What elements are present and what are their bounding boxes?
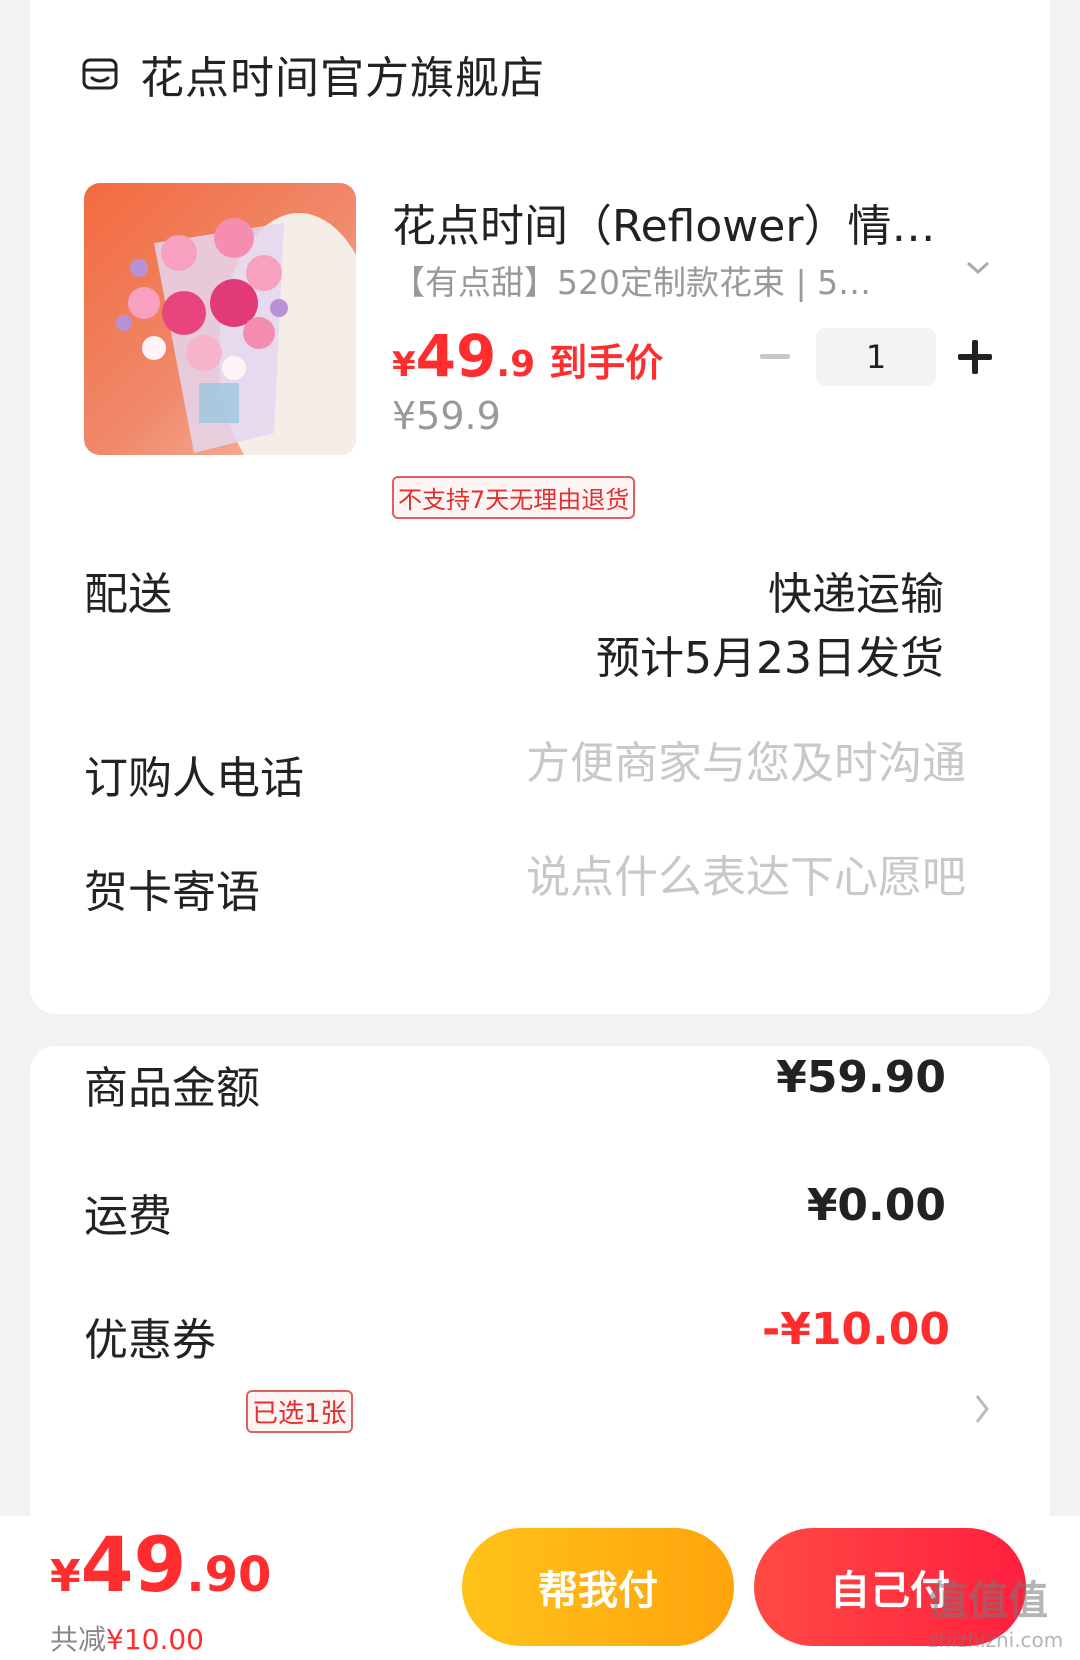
store-icon: [82, 58, 118, 90]
watermark-url: zhizhizhi.com: [928, 1628, 1064, 1652]
coupon-selected-badge: 已选1张: [246, 1390, 353, 1433]
coupon-value[interactable]: -¥10.00: [762, 1304, 950, 1355]
discount-prefix: 共减: [50, 1623, 107, 1656]
delivery-method: 快递运输: [768, 569, 944, 620]
price-currency: ¥: [392, 345, 416, 385]
product-price: ¥ 49 .9 到手价: [392, 322, 663, 390]
phone-field[interactable]: [446, 738, 966, 789]
price-tag: 到手价: [549, 341, 664, 385]
quantity-input[interactable]: [816, 328, 936, 386]
help-me-pay-button[interactable]: 帮我付: [462, 1528, 734, 1646]
original-price: ¥59.9: [392, 394, 501, 438]
shop-name: 花点时间官方旗舰店: [140, 53, 545, 104]
total-discount: 共减¥10.00: [50, 1618, 204, 1658]
total-decimal: .90: [186, 1547, 272, 1603]
increase-quantity-button[interactable]: [958, 340, 992, 374]
phone-input[interactable]: [446, 738, 966, 789]
chevron-right-icon[interactable]: [972, 1392, 992, 1426]
card-message-input[interactable]: [446, 852, 966, 903]
delivery-label: 配送: [84, 569, 172, 620]
delivery-estimate: 预计5月23日发货: [596, 633, 944, 684]
watermark-logo: 值值值: [928, 1578, 1048, 1624]
chevron-down-icon[interactable]: [964, 258, 992, 278]
card-message-field[interactable]: [446, 852, 966, 903]
coupon-label[interactable]: 优惠券: [84, 1304, 216, 1368]
total-integer: 49: [80, 1520, 187, 1609]
summary-card: [30, 1046, 1050, 1516]
discount-amount: ¥10.00: [106, 1623, 204, 1656]
total-price: ¥ 49 .90: [50, 1520, 271, 1609]
shop-header[interactable]: 花点时间官方旗舰店: [80, 42, 545, 106]
flower-bouquet-image: [84, 183, 356, 455]
product-title[interactable]: 花点时间（Reflower）情…: [392, 190, 935, 254]
return-policy-badge: 不支持7天无理由退货: [392, 476, 636, 519]
price-integer: 49: [415, 322, 497, 390]
card-message-label: 贺卡寄语: [84, 867, 260, 918]
shipping-value: ¥0.00: [806, 1180, 946, 1231]
shipping-label: 运费: [84, 1191, 172, 1242]
phone-label: 订购人电话: [84, 753, 304, 804]
goods-amount-value: ¥59.90: [776, 1052, 946, 1103]
product-image[interactable]: [84, 183, 356, 455]
goods-amount-label: 商品金额: [84, 1063, 260, 1114]
decrease-quantity-button[interactable]: [760, 354, 790, 359]
product-sku[interactable]: 【有点甜】520定制款花束 | 5…: [392, 256, 871, 304]
total-currency: ¥: [50, 1551, 81, 1602]
price-decimal: .9: [496, 344, 536, 385]
